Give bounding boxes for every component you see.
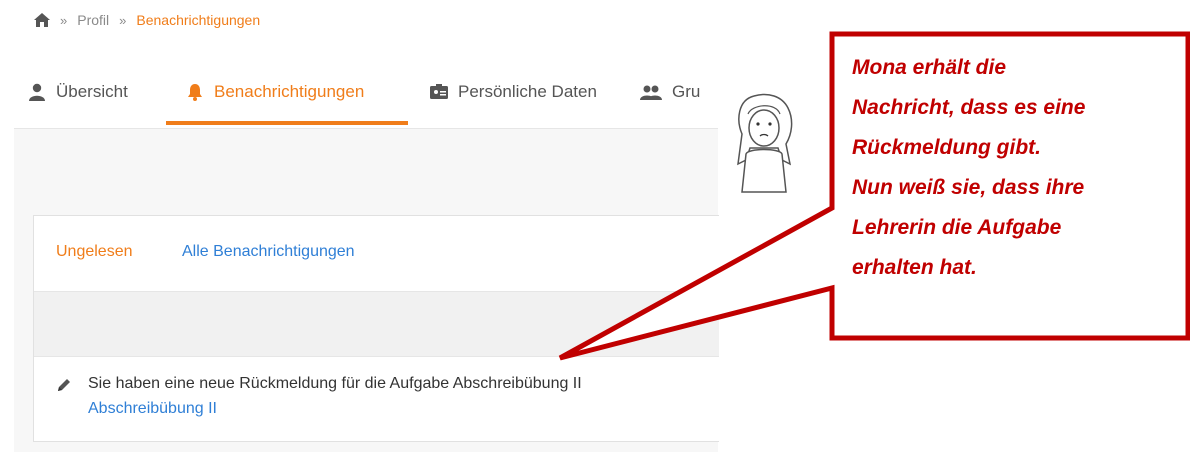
bell-icon	[188, 84, 202, 101]
tab-label: Übersicht	[56, 82, 128, 101]
pencil-icon	[58, 379, 70, 391]
filter-row: Ungelesen Alle Benachrichtigungen	[34, 216, 719, 291]
callout-line: Rückmeldung gibt.	[852, 136, 1041, 159]
profile-tabs: Übersicht Benachrichtigungen Persönliche…	[14, 60, 718, 129]
notification-item[interactable]: Sie haben eine neue Rückmeldung für die …	[34, 357, 719, 441]
filter-all-notifications[interactable]: Alle Benachrichtigungen	[182, 243, 355, 261]
callout-line: Nachricht, dass es eine	[852, 96, 1086, 119]
notification-text: Sie haben eine neue Rückmeldung für die …	[88, 375, 582, 392]
notification-group-header	[34, 291, 719, 357]
tab-label: Persönliche Daten	[458, 82, 597, 101]
tab-benachrichtigungen[interactable]: Benachrichtigungen	[186, 60, 364, 124]
tab-uebersicht[interactable]: Übersicht	[28, 60, 128, 124]
breadcrumb-separator: »	[60, 12, 68, 28]
user-icon	[29, 83, 45, 101]
notification-task-link[interactable]: Abschreibübung II	[88, 400, 217, 418]
breadcrumb-profil[interactable]: Profil	[77, 12, 109, 28]
breadcrumb: » Profil » Benachrichtigungen	[34, 8, 260, 32]
tab-label: Benachrichtigungen	[214, 82, 365, 101]
home-icon[interactable]	[34, 13, 50, 27]
filter-unread[interactable]: Ungelesen	[56, 243, 133, 261]
callout-line: Nun weiß sie, dass ihre	[852, 176, 1085, 199]
tab-label: Gru	[672, 82, 701, 101]
tab-gruppen[interactable]: Gru	[640, 60, 700, 124]
breadcrumb-separator: »	[119, 12, 127, 28]
callout-line: Mona erhält die	[852, 56, 1007, 79]
active-tab-indicator	[166, 121, 408, 125]
callout-line: Lehrerin die Aufgabe	[852, 216, 1062, 239]
id-card-icon	[430, 84, 448, 99]
breadcrumb-benachrichtigungen: Benachrichtigungen	[136, 12, 261, 28]
callout-text: Mona erhält die Nachricht, dass es eine …	[852, 48, 1182, 288]
group-icon	[640, 85, 662, 100]
tab-persoenliche-daten[interactable]: Persönliche Daten	[430, 60, 597, 124]
girl-avatar-illustration	[737, 93, 793, 193]
callout-line: erhalten hat.	[852, 256, 977, 279]
notifications-panel: Ungelesen Alle Benachrichtigungen Sie ha…	[33, 215, 719, 442]
